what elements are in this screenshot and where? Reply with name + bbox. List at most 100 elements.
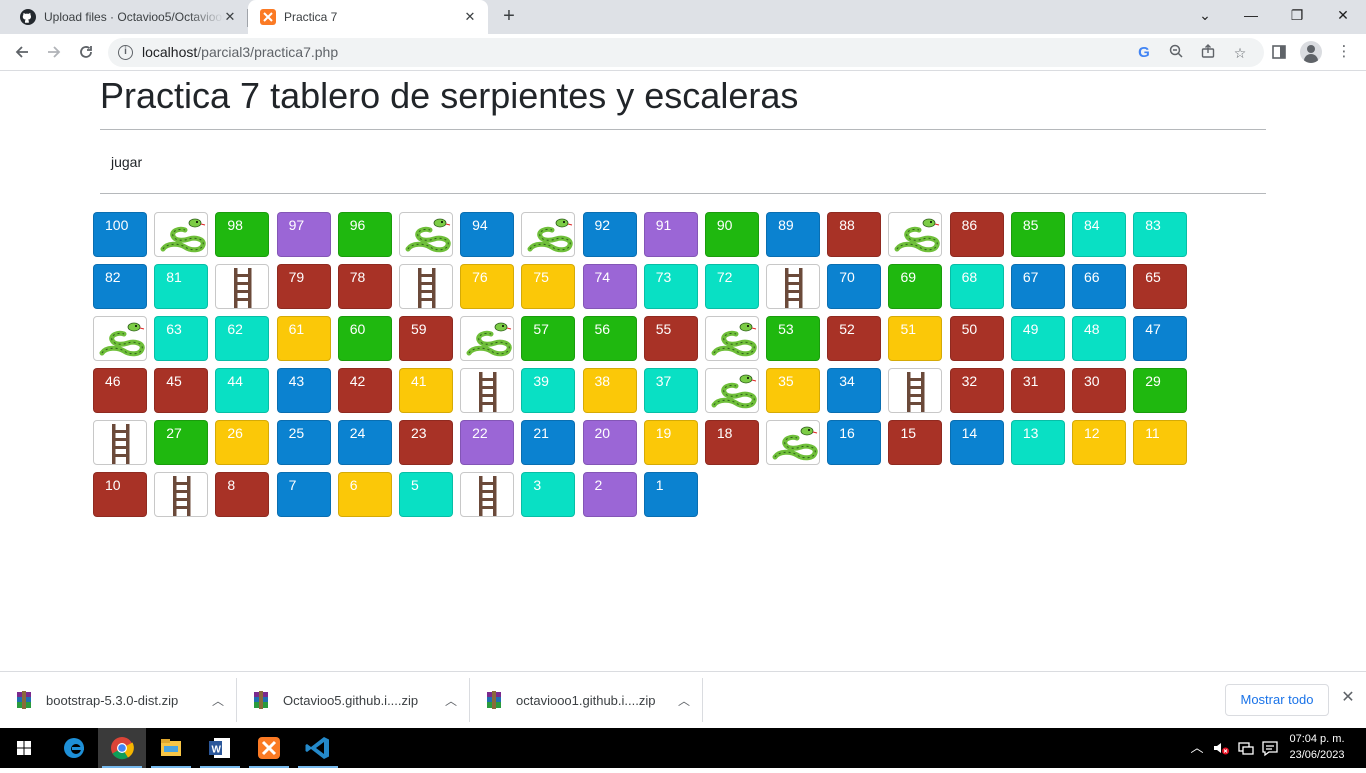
board-cell: 53 [766, 316, 821, 361]
board-cell: 8 [215, 472, 270, 517]
snake-icon [99, 322, 145, 357]
network-icon[interactable] [1237, 739, 1255, 757]
board-cell: 63 [154, 316, 209, 361]
back-button[interactable] [9, 39, 35, 65]
cell-number: 5 [410, 477, 419, 493]
divider [469, 678, 470, 722]
cell-number: 23 [410, 425, 427, 441]
board-cell: 25 [276, 420, 331, 465]
share-icon[interactable] [1199, 44, 1217, 62]
download-item[interactable]: bootstrap-5.3.0-dist.zip ︿ [16, 678, 236, 722]
snake-cell [888, 212, 943, 257]
board-cell: 59 [398, 316, 453, 361]
close-window-button[interactable]: ✕ [1320, 0, 1366, 30]
show-all-downloads-button[interactable]: Mostrar todo [1225, 684, 1329, 716]
board-cell: 60 [337, 316, 392, 361]
play-link[interactable]: jugar [111, 154, 142, 170]
side-panel-icon[interactable] [1268, 41, 1290, 63]
taskbar-file-explorer[interactable] [147, 728, 195, 768]
cell-number: 22 [472, 425, 488, 441]
board-cell: 96 [337, 212, 392, 257]
cell-number: 6 [349, 477, 358, 493]
cell-number: 29 [1145, 373, 1161, 389]
cell-number: 50 [961, 321, 978, 337]
download-item[interactable]: Octavioo5.github.i....zip ︿ [253, 678, 469, 722]
board-cell: 50 [949, 316, 1004, 361]
ladder-icon [479, 372, 497, 412]
clock-date: 23/06/2023 [1289, 749, 1345, 761]
board-cell: 85 [1010, 212, 1065, 257]
snake-icon [711, 322, 757, 357]
divider [236, 678, 237, 722]
forward-button[interactable] [41, 39, 67, 65]
tab-search-button[interactable]: ⌄ [1182, 0, 1228, 30]
ladder-cell [215, 264, 270, 309]
page-content: Practica 7 tablero de serpientes y escal… [0, 71, 1366, 671]
close-tab-icon[interactable]: ✕ [222, 9, 238, 25]
download-item[interactable]: octaviooo1.github.i....zip ︿ [486, 678, 702, 722]
cell-number: 44 [227, 373, 243, 389]
chevron-up-icon[interactable]: ︿ [445, 692, 457, 709]
profile-avatar[interactable] [1300, 41, 1322, 63]
browser-toolbar: i localhost/parcial3/practica7.php G ☆ ⋮ [0, 34, 1366, 71]
windows-taskbar: W ︿ 07:04 p. m. 23/06/2023 [0, 728, 1366, 768]
cell-number: 11 [1145, 425, 1160, 441]
board-cell: 46 [93, 368, 147, 413]
taskbar-chrome[interactable] [98, 728, 146, 768]
chevron-up-icon[interactable]: ︿ [212, 692, 224, 709]
file-explorer-icon [161, 739, 181, 756]
divider [100, 129, 1266, 130]
arrow-left-icon [15, 46, 28, 58]
cell-number: 24 [349, 425, 366, 441]
close-tab-icon[interactable]: ✕ [462, 9, 478, 25]
cell-number: 52 [839, 321, 855, 337]
ladder-icon [785, 268, 803, 308]
volume-muted-icon[interactable] [1212, 739, 1230, 757]
board-cell: 84 [1072, 212, 1126, 257]
google-lens-icon[interactable]: G [1135, 44, 1153, 62]
ladder-cell [154, 472, 209, 517]
bookmark-star-icon[interactable]: ☆ [1231, 44, 1249, 62]
taskbar-xampp[interactable] [245, 728, 293, 768]
site-info-icon[interactable]: i [118, 45, 133, 60]
zoom-icon[interactable] [1167, 44, 1185, 62]
chevron-up-icon[interactable]: ︿ [1188, 739, 1206, 757]
board-cell: 98 [215, 212, 270, 257]
address-bar[interactable]: i localhost/parcial3/practica7.php G ☆ [108, 38, 1264, 67]
ladder-icon [479, 476, 497, 516]
cell-number: 46 [105, 373, 121, 389]
cell-number: 47 [1145, 321, 1161, 337]
board-cell: 5 [398, 472, 453, 517]
ladder-cell [93, 420, 147, 465]
board-cell: 11 [1133, 420, 1188, 465]
download-filename: bootstrap-5.3.0-dist.zip [46, 692, 179, 708]
board-cell: 23 [398, 420, 453, 465]
tab-practica-7[interactable]: Practica 7 ✕ [248, 0, 488, 34]
chevron-up-icon[interactable]: ︿ [678, 692, 690, 709]
reload-button[interactable] [73, 39, 99, 65]
restore-button[interactable]: ❐ [1274, 0, 1320, 30]
windows-start-button[interactable] [0, 728, 48, 768]
taskbar-word[interactable]: W [196, 728, 244, 768]
close-download-bar-icon[interactable]: ✕ [1338, 688, 1358, 708]
new-tab-button[interactable]: + [498, 5, 520, 27]
language-icon[interactable] [1261, 739, 1279, 757]
taskbar-edge[interactable] [50, 728, 98, 768]
board-cell: 78 [337, 264, 392, 309]
ladder-icon [417, 268, 436, 308]
cell-number: 65 [1145, 269, 1161, 285]
url-text[interactable]: localhost/parcial3/practica7.php [142, 44, 338, 60]
board-cell: 72 [704, 264, 759, 309]
winrar-archive-icon [487, 691, 501, 709]
taskbar-vscode[interactable] [294, 728, 342, 768]
taskbar-clock[interactable]: 07:04 p. m. 23/06/2023 [1282, 731, 1352, 763]
more-menu-icon[interactable]: ⋮ [1333, 41, 1355, 63]
page-title: Practica 7 tablero de serpientes y escal… [100, 75, 799, 116]
board-cell: 38 [582, 368, 637, 413]
board-cell: 2 [582, 472, 637, 517]
tab-upload-files[interactable]: Upload files · Octavioo5/Octavioo5.githu… [8, 0, 248, 34]
minimize-button[interactable]: — [1228, 0, 1274, 30]
browser-tab-strip: Upload files · Octavioo5/Octavioo5.githu… [0, 0, 1366, 34]
cell-number: 75 [533, 269, 549, 285]
board-cell: 26 [215, 420, 270, 465]
